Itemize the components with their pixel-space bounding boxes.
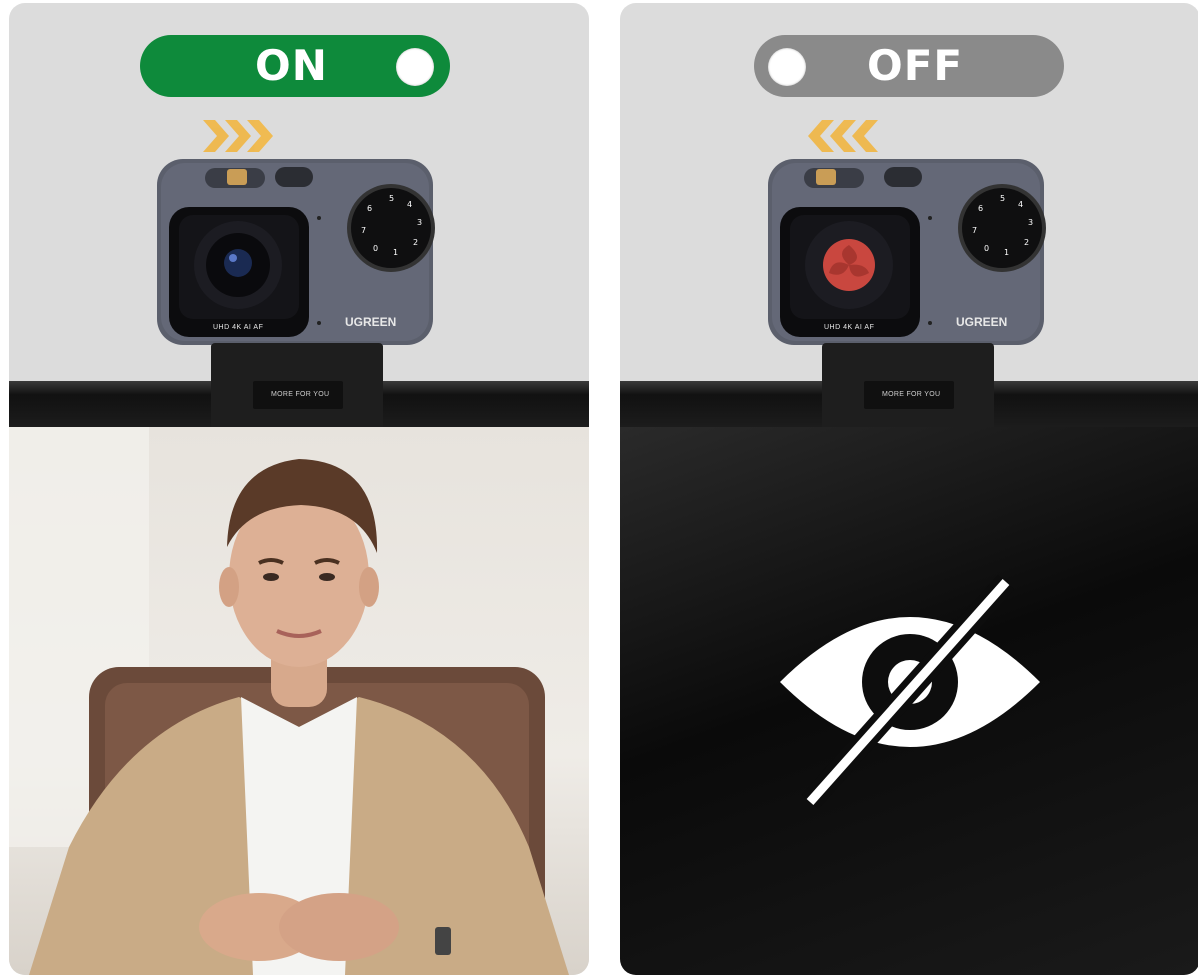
on-toggle: ON xyxy=(140,35,450,97)
svg-text:2: 2 xyxy=(413,238,418,247)
svg-text:4: 4 xyxy=(407,200,412,209)
person-photo xyxy=(9,427,569,975)
camera-specs: UHD 4K AI AF xyxy=(213,324,264,331)
svg-text:6: 6 xyxy=(978,204,983,213)
on-label: ON xyxy=(255,41,328,90)
eye-slash-icon xyxy=(780,574,1040,810)
svg-text:6: 6 xyxy=(367,204,372,213)
toggle-knob xyxy=(396,48,434,86)
webcam-view-blocked xyxy=(620,427,1198,975)
webcam-view-person xyxy=(9,427,589,975)
camera-specs: UHD 4K AI AF xyxy=(824,324,875,331)
privacy-off-panel: OFF 5 4 3 2 1 0 7 6 UHD 4K AI AF UGREEN … xyxy=(620,3,1198,975)
svg-text:7: 7 xyxy=(361,226,366,235)
camera-brand: UGREEN xyxy=(345,315,397,329)
svg-text:5: 5 xyxy=(1000,194,1005,203)
off-toggle: OFF xyxy=(754,35,1064,97)
svg-text:3: 3 xyxy=(1028,218,1033,227)
privacy-on-panel: ON 5 4 3 2 1 0 7 6 UHD 4K AI AF UGREEN M… xyxy=(9,3,589,975)
svg-text:5: 5 xyxy=(389,194,394,203)
svg-text:7: 7 xyxy=(972,226,977,235)
toggle-knob xyxy=(768,48,806,86)
svg-text:0: 0 xyxy=(984,244,989,253)
mount-label: MORE FOR YOU xyxy=(271,391,330,398)
webcam-mount xyxy=(211,343,383,431)
svg-text:4: 4 xyxy=(1018,200,1023,209)
off-label: OFF xyxy=(867,41,964,90)
svg-text:1: 1 xyxy=(1004,248,1009,257)
svg-text:0: 0 xyxy=(373,244,378,253)
webcam-mount xyxy=(822,343,994,431)
svg-text:2: 2 xyxy=(1024,238,1029,247)
svg-text:1: 1 xyxy=(393,248,398,257)
svg-text:3: 3 xyxy=(417,218,422,227)
camera-brand: UGREEN xyxy=(956,315,1008,329)
mount-label: MORE FOR YOU xyxy=(882,391,941,398)
